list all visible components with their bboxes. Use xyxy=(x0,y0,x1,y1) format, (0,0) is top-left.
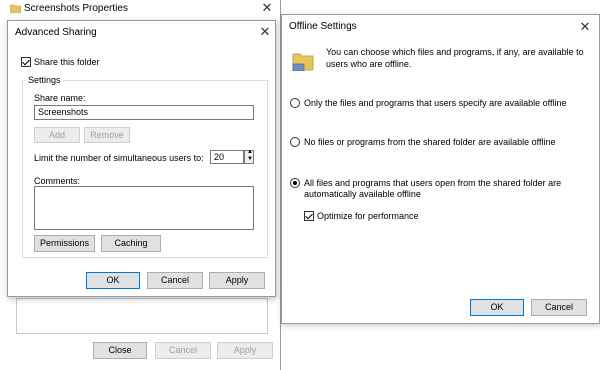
stepper-down-icon[interactable]: ▼ xyxy=(247,156,253,162)
cancel-button[interactable]: Cancel xyxy=(147,272,203,289)
option-none-offline-label: No files or programs from the shared fol… xyxy=(304,137,556,147)
add-button: Add xyxy=(34,127,80,143)
option-user-specified-radio[interactable] xyxy=(290,98,300,108)
props-content-area xyxy=(16,298,268,334)
stepper-up-icon[interactable]: ▲ xyxy=(247,149,253,155)
comments-label: Comments: xyxy=(34,176,81,186)
close-icon[interactable]: ✕ xyxy=(578,20,592,34)
option-auto-offline-radio[interactable] xyxy=(290,178,300,188)
permissions-button[interactable]: Permissions xyxy=(34,235,95,252)
settings-group-label: Settings xyxy=(26,75,63,85)
share-folder-label: Share this folder xyxy=(34,57,100,67)
advanced-sharing-dialog: Advanced Sharing ✕ Share this folder Set… xyxy=(7,20,276,297)
apply-button: Apply xyxy=(217,342,273,359)
folder-icon xyxy=(9,4,22,14)
ok-button[interactable]: OK xyxy=(470,299,524,316)
remove-button: Remove xyxy=(84,127,130,143)
caching-button[interactable]: Caching xyxy=(101,235,161,252)
close-icon[interactable]: ✕ xyxy=(258,25,272,39)
comments-textarea[interactable] xyxy=(34,186,254,230)
dialog-title: Offline Settings xyxy=(289,21,357,32)
offline-settings-dialog: Offline Settings ✕ You can choose which … xyxy=(281,14,600,324)
close-icon[interactable]: ✕ xyxy=(260,1,274,15)
offline-folder-icon xyxy=(292,51,314,72)
option-none-offline-radio[interactable] xyxy=(290,137,300,147)
cancel-button[interactable]: Cancel xyxy=(531,299,587,316)
ok-button[interactable]: OK xyxy=(86,272,140,289)
offline-description: You can choose which files and programs,… xyxy=(326,47,584,69)
share-name-input[interactable]: Screenshots xyxy=(34,105,254,120)
limit-users-label: Limit the number of simultaneous users t… xyxy=(34,153,204,163)
stepper-arrows[interactable]: ▲ ▼ xyxy=(244,149,254,164)
dialog-title: Advanced Sharing xyxy=(15,27,97,38)
window-title: Screenshots Properties xyxy=(24,3,128,14)
close-button[interactable]: Close xyxy=(93,342,147,359)
option-user-specified-label: Only the files and programs that users s… xyxy=(304,98,567,108)
apply-button[interactable]: Apply xyxy=(209,272,265,289)
share-folder-checkbox[interactable] xyxy=(21,57,31,67)
optimize-performance-label: Optimize for performance xyxy=(317,211,419,221)
cancel-button: Cancel xyxy=(155,342,211,359)
option-auto-offline-label: All files and programs that users open f… xyxy=(304,178,562,199)
limit-users-stepper[interactable]: 20 xyxy=(210,150,244,164)
share-name-label: Share name: xyxy=(34,93,86,103)
optimize-performance-checkbox[interactable] xyxy=(304,211,314,221)
